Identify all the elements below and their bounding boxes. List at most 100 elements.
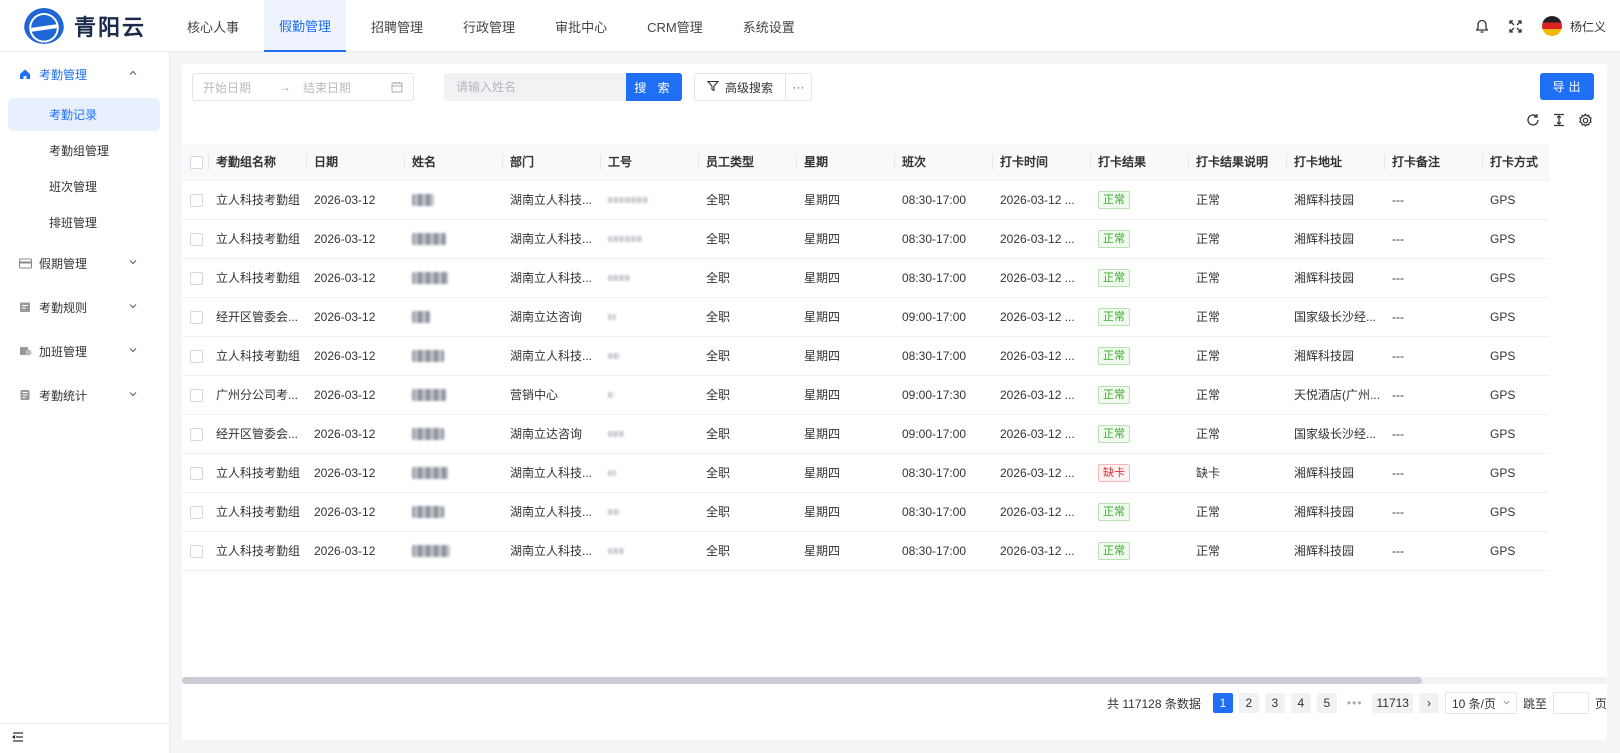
column-header[interactable]: 部门 (502, 144, 600, 181)
user-menu[interactable]: 杨仁义 (1541, 16, 1606, 36)
stats-icon (18, 388, 32, 402)
cell-group: 立人科技考勤组 (208, 219, 306, 259)
table-row[interactable]: 立人科技考勤组 2026-03-12 湖南立人科技... 全职 星期四 08:30-17:… (182, 453, 1549, 493)
redacted-block (412, 467, 448, 480)
cell-group: 立人科技考勤组 (208, 336, 306, 376)
cell-weekday: 星期四 (796, 492, 894, 532)
column-header[interactable]: 打卡结果说明 (1188, 144, 1286, 181)
cell-note: --- (1384, 258, 1482, 298)
page-3-button[interactable]: 3 (1264, 693, 1285, 713)
sidebar-item-attendance-records[interactable]: 考勤记录 (8, 98, 160, 131)
fullscreen-icon[interactable] (1508, 18, 1524, 34)
search-button[interactable]: 搜 索 (626, 73, 682, 101)
cell-type: 全职 (698, 180, 796, 220)
cell-desc: 正常 (1188, 219, 1286, 259)
bell-icon[interactable] (1474, 18, 1490, 34)
end-date-field[interactable]: 结束日期 (303, 79, 351, 96)
cell-group: 立人科技考勤组 (208, 258, 306, 298)
column-header[interactable]: 打卡备注 (1384, 144, 1482, 181)
sidebar-group-leave[interactable]: 假期管理 (0, 245, 170, 281)
status-badge: 正常 (1098, 502, 1130, 521)
next-page-button[interactable]: › (1418, 693, 1439, 713)
table-row[interactable]: 立人科技考勤组 2026-03-12 湖南立人科技... 全职 星期四 08:30-17:… (182, 180, 1549, 220)
table-row[interactable]: 立人科技考勤组 2026-03-12 湖南立人科技... 全职 星期四 08:30-17:… (182, 531, 1549, 571)
table-row[interactable]: 立人科技考勤组 2026-03-12 湖南立人科技... 全职 星期四 08:30-17:… (182, 336, 1549, 376)
sidebar-item-shifts[interactable]: 班次管理 (8, 170, 160, 203)
sidebar-group-rules[interactable]: 考勤规则 (0, 289, 170, 325)
advanced-search-button[interactable]: 高级搜索 (694, 73, 786, 101)
row-checkbox[interactable] (182, 336, 208, 376)
column-header[interactable]: 打卡地址 (1286, 144, 1384, 181)
more-options-button[interactable]: ··· (786, 73, 812, 101)
nav-item-recruitment[interactable]: 招聘管理 (356, 0, 438, 52)
nav-item-approval[interactable]: 审批中心 (540, 0, 622, 52)
row-checkbox[interactable] (182, 531, 208, 571)
gear-icon[interactable] (1577, 112, 1593, 128)
column-header[interactable]: 打卡时间 (992, 144, 1090, 181)
page-5-button[interactable]: 5 (1316, 693, 1337, 713)
row-checkbox[interactable] (182, 453, 208, 493)
page-size-select[interactable]: 10 条/页 (1444, 692, 1517, 714)
cell-method: GPS (1482, 453, 1549, 493)
sidebar-group-overtime[interactable]: 加班管理 (0, 333, 170, 369)
column-header[interactable]: 考勤组名称 (208, 144, 306, 181)
sidebar-group-stats[interactable]: 考勤统计 (0, 377, 170, 413)
cell-method: GPS (1482, 414, 1549, 454)
collapse-menu-icon[interactable] (12, 731, 26, 745)
column-header[interactable]: 工号 (600, 144, 698, 181)
last-page-button[interactable]: 11713 (1372, 693, 1413, 713)
redacted-block (608, 470, 616, 477)
redacted-block (412, 272, 448, 285)
status-badge: 正常 (1098, 346, 1130, 365)
redacted-block (412, 350, 444, 363)
column-header[interactable]: 班次 (894, 144, 992, 181)
nav-item-admin[interactable]: 行政管理 (448, 0, 530, 52)
horizontal-scrollbar[interactable] (182, 677, 1607, 684)
column-height-icon[interactable] (1551, 112, 1567, 128)
export-button[interactable]: 导出 (1540, 73, 1594, 100)
name-search-input[interactable] (444, 73, 626, 101)
arrow-right-icon: → (279, 80, 292, 94)
row-checkbox[interactable] (182, 375, 208, 415)
column-header[interactable]: 员工类型 (698, 144, 796, 181)
start-date-field[interactable]: 开始日期 (203, 79, 251, 96)
scrollbar-thumb[interactable] (182, 677, 1422, 684)
sidebar-group-attendance[interactable]: 考勤管理 (0, 56, 170, 92)
jump-page-input[interactable] (1552, 692, 1589, 714)
page-4-button[interactable]: 4 (1290, 693, 1311, 713)
nav-item-attendance[interactable]: 假勤管理 (264, 0, 347, 52)
page-2-button[interactable]: 2 (1238, 693, 1259, 713)
nav-item-crm[interactable]: CRM管理 (632, 0, 718, 52)
table-row[interactable]: 广州分公司考... 2026-03-12 营销中心 全职 星期四 09:00-17:30 2… (182, 375, 1549, 415)
more-pages-ellipsis[interactable]: ••• (1343, 693, 1367, 713)
punch-result-cell: 正常 (1090, 297, 1188, 337)
column-header[interactable]: 姓名 (404, 144, 502, 181)
refresh-icon[interactable] (1525, 112, 1541, 128)
row-checkbox[interactable] (182, 180, 208, 220)
punch-result-cell: 正常 (1090, 258, 1188, 298)
nav-item-settings[interactable]: 系统设置 (728, 0, 810, 52)
column-header[interactable]: 日期 (306, 144, 404, 181)
row-checkbox[interactable] (182, 219, 208, 259)
select-all-checkbox[interactable] (182, 144, 208, 181)
row-checkbox[interactable] (182, 492, 208, 532)
table-row[interactable]: 经开区管委会... 2026-03-12 湖南立达咨询 全职 星期四 09:00-17:0… (182, 414, 1549, 454)
page-1-button[interactable]: 1 (1212, 693, 1233, 713)
table-row[interactable]: 经开区管委会... 2026-03-12 湖南立达咨询 全职 星期四 09:00-17:0… (182, 297, 1549, 337)
table-row[interactable]: 立人科技考勤组 2026-03-12 湖南立人科技... 全职 星期四 08:30-17:… (182, 492, 1549, 532)
row-checkbox[interactable] (182, 258, 208, 298)
row-checkbox[interactable] (182, 414, 208, 454)
table-row[interactable]: 立人科技考勤组 2026-03-12 湖南立人科技... 全职 星期四 08:30-17:… (182, 258, 1549, 298)
date-range-picker[interactable]: 开始日期 → 结束日期 (192, 73, 414, 101)
column-header[interactable]: 打卡方式 (1482, 144, 1549, 181)
app-logo[interactable]: 青阳云 (24, 8, 146, 44)
nav-item-core-hr[interactable]: 核心人事 (172, 0, 254, 52)
table-row[interactable]: 立人科技考勤组 2026-03-12 湖南立人科技... 全职 星期四 08:30-17:… (182, 219, 1549, 259)
sidebar-item-attendance-groups[interactable]: 考勤组管理 (8, 134, 160, 167)
attendance-table: 考勤组名称 日期 姓名 部门 工号 员工类型 星期 班次 打卡时间 打卡结果 打… (182, 144, 1607, 672)
punch-result-cell: 缺卡 (1090, 453, 1188, 493)
sidebar-item-scheduling[interactable]: 排班管理 (8, 206, 160, 239)
column-header[interactable]: 打卡结果 (1090, 144, 1188, 181)
column-header[interactable]: 星期 (796, 144, 894, 181)
row-checkbox[interactable] (182, 297, 208, 337)
